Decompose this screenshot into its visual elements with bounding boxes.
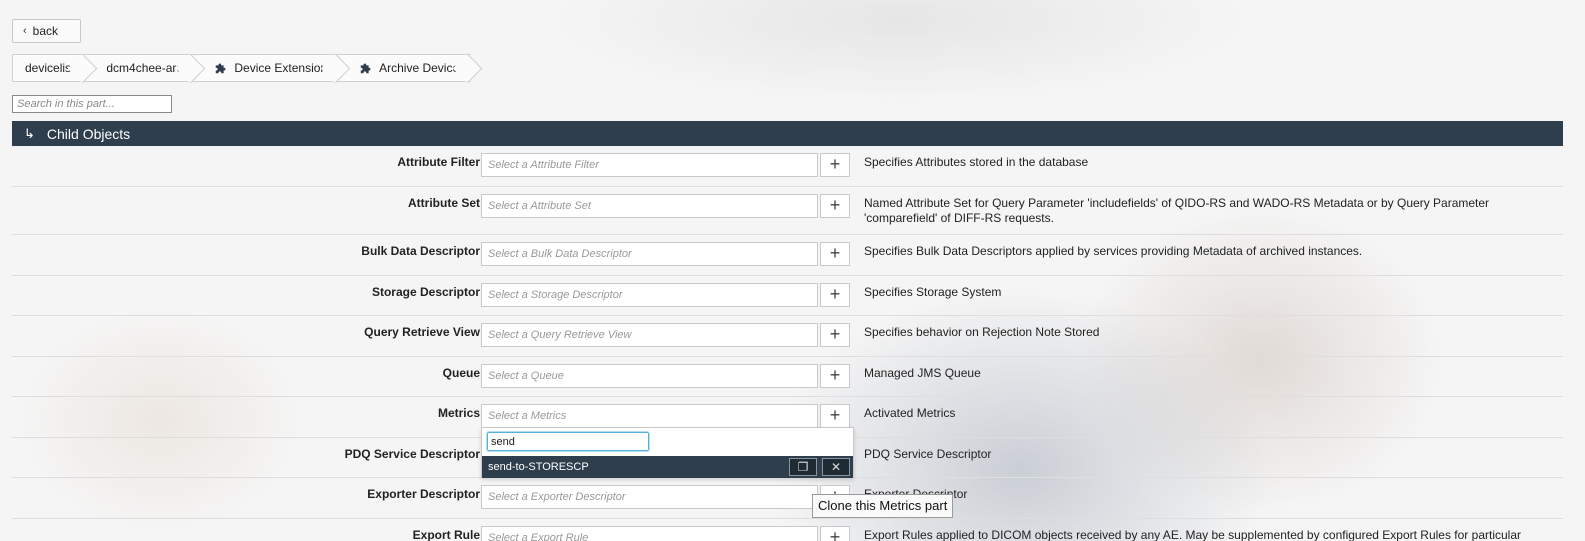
row-bulk-data-descriptor: Bulk Data Descriptor Select a Bulk Data … — [12, 235, 1563, 276]
query-retrieve-view-select[interactable]: Select a Query Retrieve View — [481, 323, 818, 347]
breadcrumb: devicelist dcm4chee-arc Device Extension… — [12, 54, 472, 82]
field-label: Bulk Data Descriptor — [361, 244, 480, 258]
clone-button[interactable]: ❐ — [789, 458, 817, 476]
attribute-filter-select[interactable]: Select a Attribute Filter — [481, 153, 818, 177]
field-description: Managed JMS Queue — [864, 366, 981, 380]
row-attribute-set: Attribute Set Select a Attribute Set + N… — [12, 187, 1563, 235]
field-label: Query Retrieve View — [364, 325, 480, 339]
child-objects-list: Attribute Filter Select a Attribute Filt… — [12, 146, 1563, 541]
clone-tooltip: Clone this Metrics part — [812, 494, 954, 518]
field-description: Specifies Attributes stored in the datab… — [864, 155, 1089, 169]
row-queue: Queue Select a Queue + Managed JMS Queue — [12, 357, 1563, 397]
exporter-descriptor-select[interactable]: Select a Exporter Descriptor — [481, 485, 818, 509]
add-attribute-set-button[interactable]: + — [820, 194, 850, 218]
dropdown-filter-input[interactable] — [486, 431, 650, 452]
back-button[interactable]: ‹ back — [12, 19, 81, 43]
breadcrumb-item-archive-device[interactable]: Archive Device — [339, 54, 472, 82]
field-label: Exporter Descriptor — [367, 487, 480, 501]
close-icon: ✕ — [830, 460, 842, 474]
row-query-retrieve-view: Query Retrieve View Select a Query Retri… — [12, 316, 1563, 357]
breadcrumb-label: dcm4chee-arc — [106, 61, 183, 75]
puzzle-icon — [360, 63, 371, 74]
field-label: Metrics — [437, 406, 480, 420]
add-metrics-button[interactable]: + — [820, 404, 850, 428]
child-arrow-icon: ↳ — [24, 125, 35, 141]
export-rule-select[interactable]: Select a Export Rule — [481, 526, 818, 541]
queue-select[interactable]: Select a Queue — [481, 364, 818, 388]
breadcrumb-label: Archive Device — [379, 61, 460, 75]
add-bulk-data-descriptor-button[interactable]: + — [820, 242, 850, 266]
field-description: Activated Metrics — [864, 406, 956, 420]
breadcrumb-label: Device Extension — [234, 61, 328, 75]
field-label: Export Rule — [412, 528, 480, 541]
row-storage-descriptor: Storage Descriptor Select a Storage Desc… — [12, 276, 1563, 316]
storage-descriptor-select[interactable]: Select a Storage Descriptor — [481, 283, 818, 307]
breadcrumb-label: devicelist — [25, 61, 75, 75]
add-queue-button[interactable]: + — [820, 364, 850, 388]
field-description: Specifies Storage System — [864, 285, 1002, 299]
back-label: back — [32, 24, 59, 38]
option-label: send-to-STORESCP — [488, 461, 589, 473]
section-title: Child Objects — [46, 125, 131, 142]
field-label: PDQ Service Descriptor — [344, 447, 480, 461]
clone-icon: ❐ — [797, 460, 809, 474]
breadcrumb-item-device[interactable]: dcm4chee-arc — [86, 54, 195, 82]
field-description: PDQ Service Descriptor — [864, 447, 992, 461]
field-label: Attribute Filter — [397, 155, 480, 169]
attribute-set-select[interactable]: Select a Attribute Set — [481, 194, 818, 218]
field-description: Specifies Bulk Data Descriptors applied … — [864, 244, 1363, 258]
field-label: Queue — [442, 366, 480, 380]
field-description: Named Attribute Set for Query Parameter … — [864, 196, 1490, 225]
metrics-select[interactable]: Select a Metrics — [481, 404, 818, 428]
row-attribute-filter: Attribute Filter Select a Attribute Filt… — [12, 146, 1563, 187]
field-description: Exporter Descriptor — [864, 487, 1554, 502]
row-exporter-descriptor: Exporter Descriptor Select a Exporter De… — [12, 478, 1563, 519]
section-header[interactable]: ↳ Child Objects — [12, 121, 1563, 146]
puzzle-icon — [216, 63, 226, 74]
search-input[interactable] — [12, 95, 172, 113]
add-export-rule-button[interactable]: + — [820, 526, 850, 541]
row-export-rule: Export Rule Select a Export Rule + Expor… — [12, 519, 1563, 541]
field-label: Attribute Set — [408, 196, 480, 210]
chevron-left-icon: ‹ — [23, 25, 27, 37]
metrics-dropdown: send-to-STORESCP ❐ ✕ — [481, 427, 854, 478]
bulk-data-descriptor-select[interactable]: Select a Bulk Data Descriptor — [481, 242, 818, 266]
remove-option-button[interactable]: ✕ — [822, 458, 850, 476]
breadcrumb-item-devicelist[interactable]: devicelist — [12, 54, 87, 82]
field-description: Export Rules applied to DICOM objects re… — [864, 528, 1521, 541]
add-storage-descriptor-button[interactable]: + — [820, 283, 850, 307]
breadcrumb-item-device-extension[interactable]: Device Extension — [194, 54, 340, 82]
add-query-retrieve-view-button[interactable]: + — [820, 323, 850, 347]
field-label: Storage Descriptor — [371, 285, 480, 299]
field-description: Specifies behavior on Rejection Note Sto… — [864, 325, 1100, 339]
add-attribute-filter-button[interactable]: + — [820, 153, 850, 177]
